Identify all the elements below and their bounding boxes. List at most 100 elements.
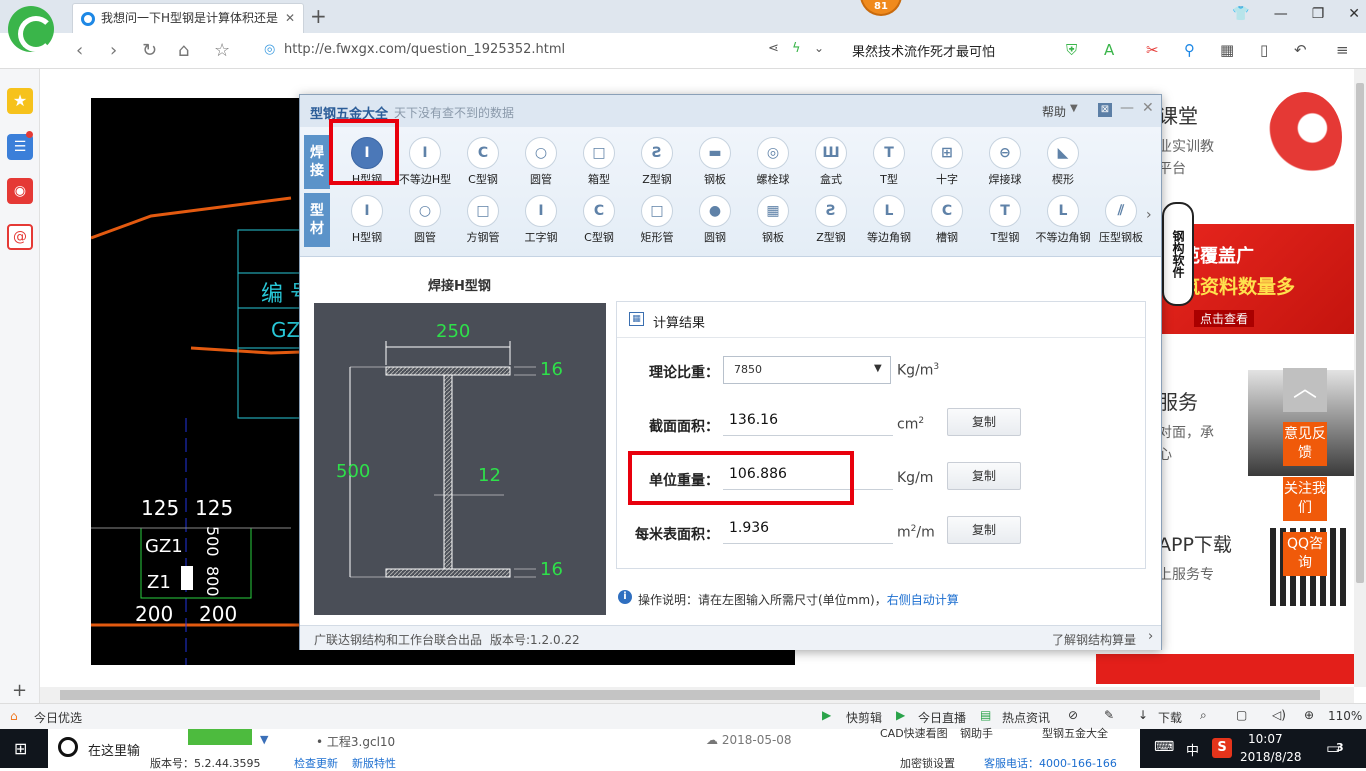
maximize-button[interactable]: ❐ [1312, 6, 1325, 22]
taskbar-search[interactable]: 在这里输 [48, 729, 140, 768]
chevron-down-icon[interactable]: ▼ [1070, 103, 1078, 114]
close-button[interactable]: ✕ [1142, 100, 1154, 116]
shape-button[interactable]: ◣ 楔形 [1034, 133, 1092, 187]
steel-catalog-item[interactable]: 型钢五金大全 [1042, 725, 1108, 741]
close-window-button[interactable]: ✕ [1348, 6, 1360, 22]
cad-viewer-item[interactable]: CAD快速看图 [880, 725, 948, 741]
shape-button[interactable]: I H型钢 [338, 191, 396, 245]
shape-button[interactable]: □ 矩形管 [628, 191, 686, 245]
shape-button[interactable]: C C型钢 [570, 191, 628, 245]
shape-button[interactable]: T T型 [860, 133, 918, 187]
shape-button[interactable]: ○ 圆管 [396, 191, 454, 245]
dongle-settings[interactable]: 加密锁设置 [900, 755, 955, 771]
volume-icon[interactable]: ◁) [1272, 708, 1286, 722]
bottom-banner[interactable] [1096, 654, 1354, 684]
keyboard-icon[interactable]: ⌨ [1154, 739, 1174, 755]
apps-grid-icon[interactable]: ▦ [1220, 41, 1234, 59]
zoom-icon[interactable]: ⊕ [1304, 708, 1314, 722]
shape-button[interactable]: I 工字钢 [512, 191, 570, 245]
new-features-link[interactable]: 新版特性 [352, 755, 396, 771]
dialog-titlebar[interactable]: 型钢五金大全 天下没有查不到的数据 帮助 ▼ ⊠ — ✕ [300, 95, 1161, 127]
windows-start-icon[interactable]: ⊞ [14, 739, 27, 758]
shape-button[interactable]: ⫽ 压型钢板 [1092, 191, 1150, 245]
sogou-icon[interactable]: S [1212, 738, 1232, 758]
zoom-level[interactable]: 110% [1328, 709, 1362, 723]
shape-button[interactable]: L 等边角钢 [860, 191, 918, 245]
shape-button[interactable]: Ƨ Z型钢 [802, 191, 860, 245]
shape-button[interactable]: C C型钢 [454, 133, 512, 187]
learn-link[interactable]: 了解钢结构算量 [1052, 631, 1136, 648]
dim-flange-top-input[interactable]: 16 [540, 359, 563, 380]
shape-button[interactable]: C 槽钢 [918, 191, 976, 245]
density-select[interactable]: 7850 ▼ [723, 356, 891, 384]
check-update-link[interactable]: 检查更新 [294, 755, 338, 771]
chevron-right-icon[interactable]: › [1148, 629, 1153, 644]
chevron-right-icon[interactable]: › [1146, 207, 1152, 223]
copy-weight-button[interactable]: 复制 [947, 462, 1021, 490]
shape-button[interactable]: □ 方钢管 [454, 191, 512, 245]
back-to-top-button[interactable]: ︿ [1283, 368, 1327, 412]
mobile-icon[interactable]: ▯ [1260, 41, 1268, 59]
pin-icon[interactable]: ✎ [1104, 708, 1114, 722]
follow-us-button[interactable]: 关注我们 [1283, 477, 1327, 521]
cleanup-icon[interactable]: ⌕ [1200, 708, 1207, 723]
status-item[interactable]: 今日直播 [918, 709, 966, 726]
steel-helper-item[interactable]: 钢助手 [960, 725, 993, 741]
qq-consult-button[interactable]: QQ咨询 [1283, 532, 1327, 576]
scissors-icon[interactable]: ✂ [1146, 41, 1159, 59]
status-item[interactable]: 热点资讯 [1002, 709, 1050, 726]
shape-button[interactable]: ▬ 钢板 [686, 133, 744, 187]
feedback-button[interactable]: 意见反馈 [1283, 422, 1327, 466]
course-title[interactable]: 课堂 [1158, 100, 1198, 129]
lightning-icon[interactable]: ϟ [792, 41, 801, 56]
shape-button[interactable]: Ƨ Z型钢 [628, 133, 686, 187]
today-picks[interactable]: 今日优选 [34, 709, 82, 726]
horizontal-scrollbar[interactable] [40, 687, 1354, 703]
shape-button[interactable]: ○ 圆管 [512, 133, 570, 187]
chevron-down-icon[interactable]: ▼ [260, 733, 268, 746]
vertical-scrollbar[interactable] [1354, 69, 1366, 687]
refresh-button[interactable]: ↻ [142, 40, 157, 61]
file-item[interactable]: • 工程3.gcl10 [316, 733, 395, 750]
home-button[interactable]: ⌂ [178, 40, 189, 61]
search-icon[interactable]: ⚲ [1184, 41, 1195, 59]
menu-icon[interactable]: ≡ [1336, 41, 1349, 59]
share-icon[interactable]: ⋖ [768, 41, 779, 56]
sidebar-add-button[interactable]: + [12, 680, 27, 701]
chevron-down-icon[interactable]: ▼ [874, 363, 882, 374]
ad-link[interactable]: 点击查看 [1194, 310, 1255, 327]
tools-icon[interactable]: ⊘ [1068, 708, 1078, 722]
shape-button[interactable]: L 不等边角钢 [1034, 191, 1092, 245]
service-title[interactable]: 服务 [1158, 386, 1198, 415]
surface-field[interactable]: 1.936 [723, 520, 893, 544]
shirt-icon[interactable]: 👕 [1232, 6, 1249, 22]
shape-button[interactable]: ⊖ 焊接球 [976, 133, 1034, 187]
forward-button[interactable]: › [110, 40, 117, 61]
favorite-star-icon[interactable]: ☆ [214, 40, 230, 61]
network-icon[interactable]: ◢ [1130, 740, 1140, 755]
browser-tab-active[interactable]: 我想问一下H型钢是计算体积还是 ✕ [72, 3, 304, 33]
scroll-thumb[interactable] [1356, 83, 1364, 583]
back-button[interactable]: ‹ [76, 40, 83, 61]
dim-width-input[interactable]: 250 [436, 321, 470, 342]
dim-web-input[interactable]: 12 [478, 465, 501, 486]
app-download[interactable]: APP下载 [1158, 530, 1232, 557]
window-icon[interactable]: ▢ [1236, 708, 1247, 722]
translate-icon[interactable]: A [1104, 41, 1114, 59]
shape-button[interactable]: ▦ 钢板 [744, 191, 802, 245]
minimize-button[interactable]: — [1274, 6, 1288, 22]
shape-button[interactable]: □ 箱型 [570, 133, 628, 187]
shape-button[interactable]: ⊞ 十字 [918, 133, 976, 187]
shape-button[interactable]: Ш 盒式 [802, 133, 860, 187]
dim-height-input[interactable]: 500 [336, 461, 370, 482]
clock-date[interactable]: 2018/8/28 [1240, 750, 1302, 764]
search-suggestion[interactable]: 果然技术流作死才最可怕 [852, 41, 995, 60]
instruction-link[interactable]: 右侧自动计算 [887, 593, 959, 607]
help-menu[interactable]: 帮助 [1042, 103, 1066, 120]
browser-logo-icon[interactable] [8, 6, 54, 52]
copy-surface-button[interactable]: 复制 [947, 516, 1021, 544]
pin-icon[interactable]: ⊠ [1098, 103, 1112, 117]
weibo-icon[interactable]: ◉ [7, 178, 33, 204]
shape-button[interactable]: ● 圆钢 [686, 191, 744, 245]
undo-icon[interactable]: ↶ [1294, 41, 1307, 59]
